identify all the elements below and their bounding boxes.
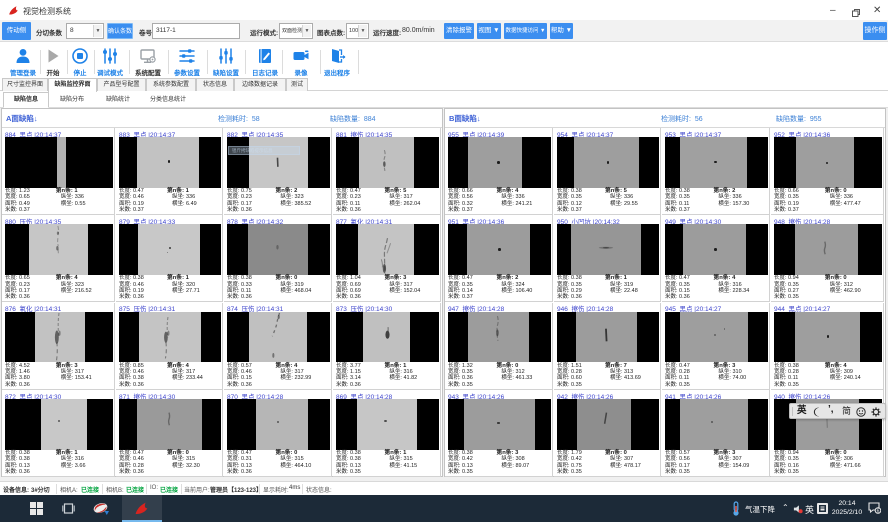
svg-text:6: 6 [877,508,880,514]
